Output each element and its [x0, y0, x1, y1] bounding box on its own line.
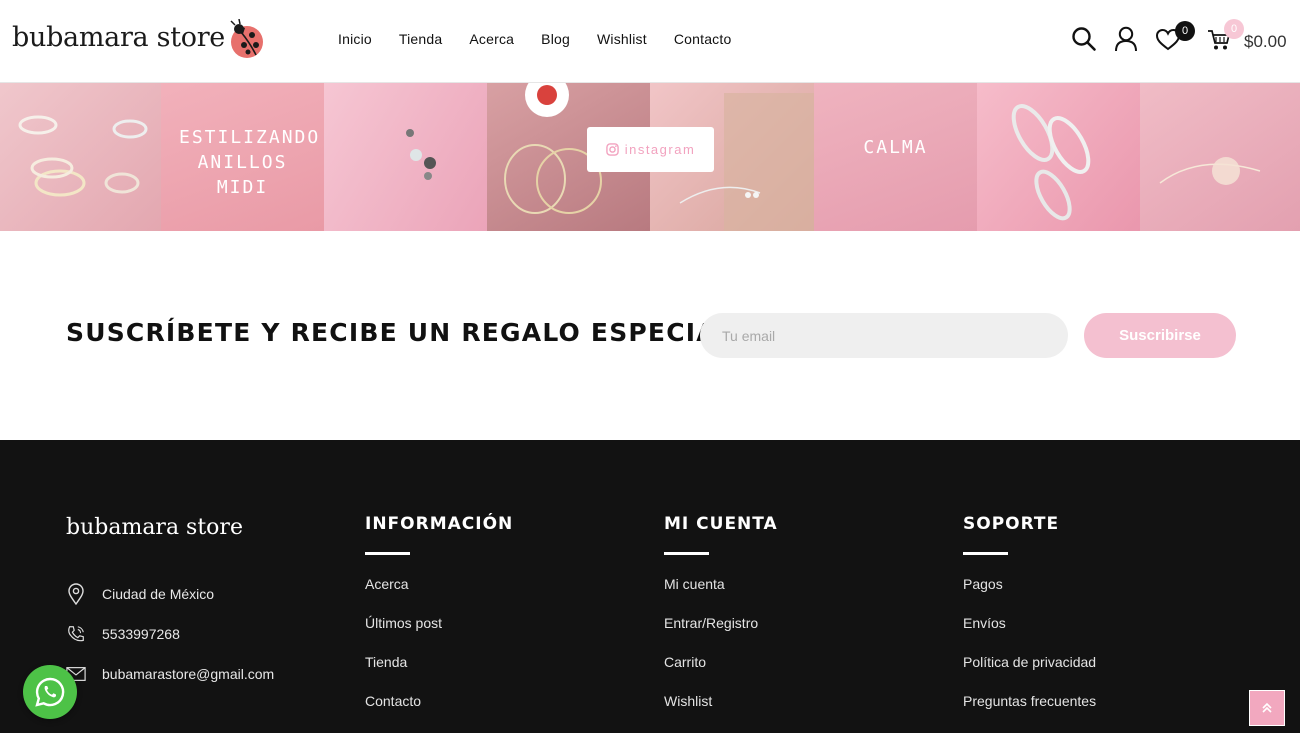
newsletter-email-input[interactable]	[700, 313, 1068, 358]
site-footer: bubamara store Ciudad de México 55339972…	[0, 440, 1300, 733]
site-header: bubamara store Inicio Tienda Acerca Blog…	[0, 0, 1300, 83]
footer-email-text[interactable]: bubamarastore@gmail.com	[102, 666, 274, 682]
footer-location: Ciudad de México	[66, 583, 214, 605]
footer-link[interactable]: Tienda	[365, 654, 442, 693]
instagram-post[interactable]	[1140, 83, 1300, 231]
footer-link[interactable]: Últimos post	[365, 615, 442, 654]
scroll-to-top-button[interactable]	[1249, 690, 1285, 726]
cart-count-badge: 0	[1224, 19, 1244, 39]
nav-acerca[interactable]: Acerca	[469, 31, 514, 47]
cart-total[interactable]: $0.00	[1244, 32, 1287, 52]
footer-link[interactable]: Wishlist	[664, 693, 758, 732]
location-pin-icon	[68, 583, 84, 605]
title-underline	[365, 552, 410, 555]
subscribe-button[interactable]: Suscribirse	[1084, 313, 1236, 358]
footer-link[interactable]: Política de privacidad	[963, 654, 1096, 693]
footer-link[interactable]: Acerca	[365, 576, 442, 615]
footer-column-mi-cuenta: MI CUENTA Mi cuenta Entrar/Registro Carr…	[664, 514, 778, 709]
instagram-button[interactable]: instagram	[587, 127, 714, 172]
instagram-feed: ESTILIZANDO ANILLOS MIDI CALMA instagram	[0, 83, 1300, 231]
footer-column-soporte: SOPORTE Pagos Envíos Política de privaci…	[963, 514, 1096, 709]
earrings-photo	[406, 129, 436, 180]
title-underline	[963, 552, 1008, 555]
footer-logo-text[interactable]: bubamara store	[66, 515, 243, 540]
instagram-post[interactable]: ESTILIZANDO ANILLOS MIDI	[161, 83, 324, 231]
title-underline	[664, 552, 709, 555]
footer-link[interactable]: Preguntas frecuentes	[963, 693, 1096, 732]
site-logo-text[interactable]: bubamara store	[12, 22, 225, 53]
whatsapp-icon	[35, 677, 65, 707]
nav-contacto[interactable]: Contacto	[674, 31, 732, 47]
post-caption: ESTILIZANDO ANILLOS MIDI	[179, 127, 321, 198]
footer-column-title: MI CUENTA	[664, 514, 778, 534]
newsletter-title: SUSCRÍBETE Y RECIBE UN REGALO ESPECIAL	[66, 318, 734, 347]
instagram-post[interactable]	[0, 83, 161, 231]
instagram-post[interactable]	[324, 83, 487, 231]
phone-icon	[68, 626, 84, 642]
instagram-post[interactable]: CALMA	[814, 83, 977, 231]
instagram-icon	[605, 143, 619, 156]
nav-wishlist[interactable]: Wishlist	[597, 31, 647, 47]
search-icon[interactable]	[1071, 26, 1097, 52]
nav-tienda[interactable]: Tienda	[399, 31, 443, 47]
post-caption: CALMA	[863, 137, 928, 158]
wishlist-count-badge: 0	[1175, 21, 1195, 41]
ladybug-logo-icon[interactable]	[226, 19, 266, 61]
pendant-photo	[1159, 157, 1261, 185]
footer-link[interactable]: Entrar/Registro	[664, 615, 758, 654]
rings-photo	[18, 115, 148, 197]
footer-phone: 5533997268	[66, 623, 180, 645]
nav-blog[interactable]: Blog	[541, 31, 570, 47]
whatsapp-chat-button[interactable]	[23, 665, 77, 719]
nav-inicio[interactable]: Inicio	[338, 31, 372, 47]
footer-link[interactable]: Envíos	[963, 615, 1096, 654]
footer-column-title: SOPORTE	[963, 514, 1060, 534]
footer-link[interactable]: Contacto	[365, 693, 442, 732]
user-icon[interactable]	[1114, 26, 1138, 52]
silver-rings-photo	[1011, 104, 1091, 221]
footer-location-text: Ciudad de México	[102, 586, 215, 602]
footer-phone-text[interactable]: 5533997268	[102, 626, 180, 642]
double-chevron-up-icon	[1262, 702, 1272, 713]
footer-link[interactable]: Mi cuenta	[664, 576, 758, 615]
footer-column-title: INFORMACIÓN	[365, 514, 514, 534]
footer-column-informacion: INFORMACIÓN Acerca Últimos post Tienda C…	[365, 514, 514, 709]
footer-link[interactable]: Carrito	[664, 654, 758, 693]
footer-email: bubamarastore@gmail.com	[66, 663, 274, 685]
footer-link[interactable]: Pagos	[963, 576, 1096, 615]
main-nav: Inicio Tienda Acerca Blog Wishlist Conta…	[338, 31, 758, 47]
instagram-post[interactable]	[977, 83, 1140, 231]
instagram-button-label: instagram	[624, 142, 696, 157]
